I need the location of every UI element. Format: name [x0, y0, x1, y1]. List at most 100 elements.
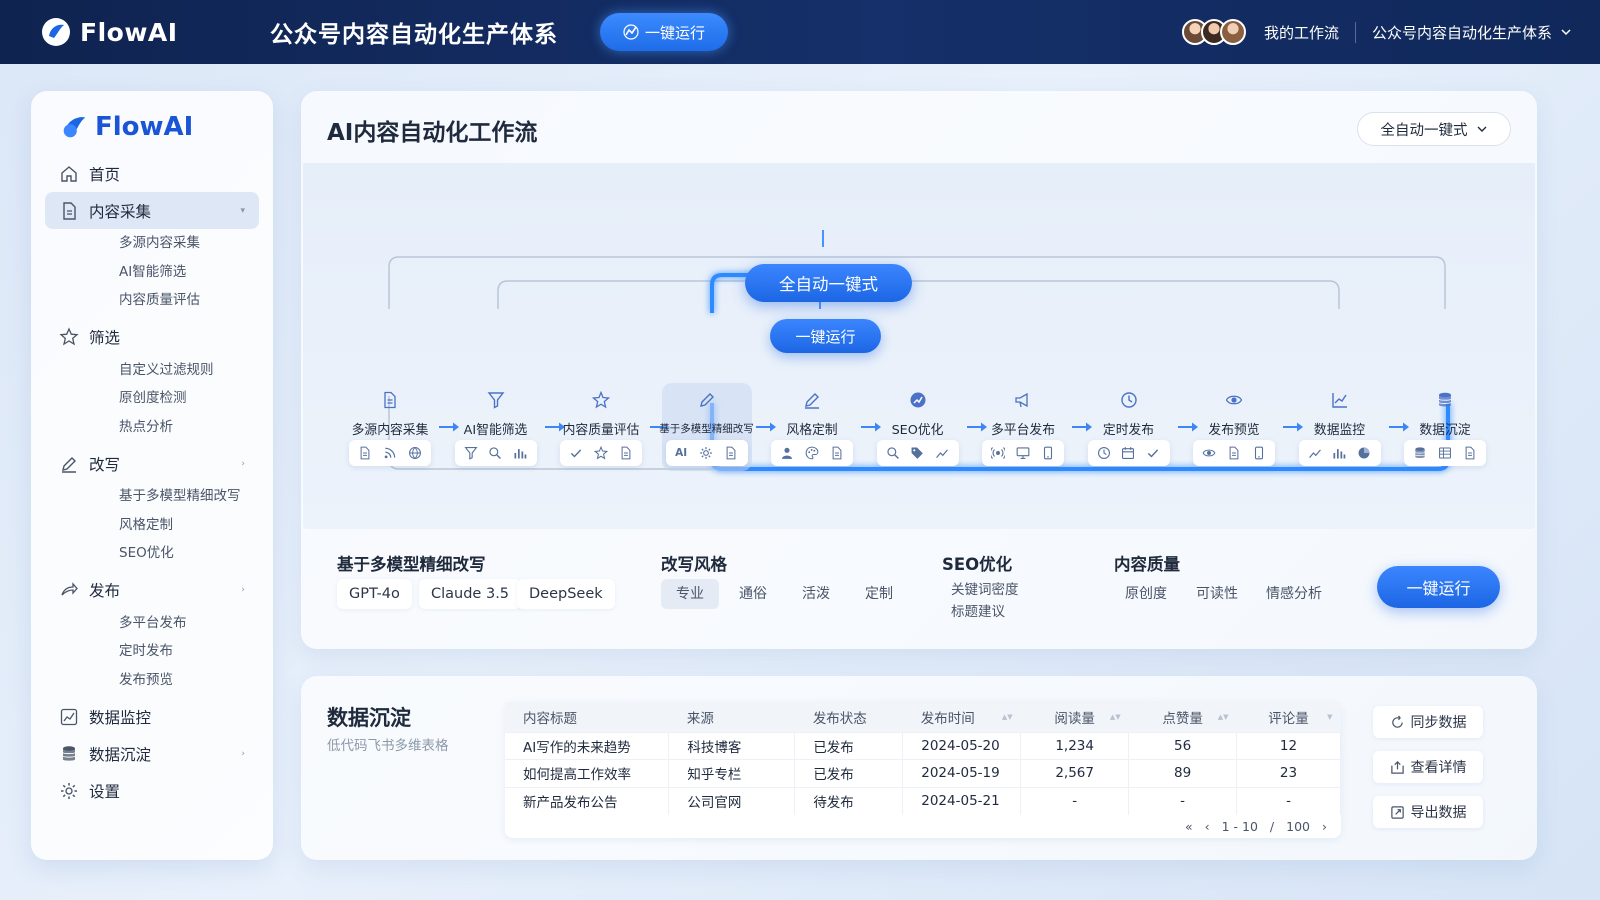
sidebar-subitem[interactable]: 热点分析	[31, 413, 273, 442]
sidebar-subitem[interactable]: 原创度检测	[31, 384, 273, 413]
model-chip[interactable]: DeepSeek	[517, 579, 615, 609]
sidebar-subitem[interactable]: SEO优化	[31, 539, 273, 568]
globe-icon[interactable]	[408, 446, 422, 460]
sort-icon[interactable]: ▲▼	[1218, 713, 1229, 721]
file-icon[interactable]	[830, 446, 844, 460]
auto-mode-pill[interactable]: 全自动一键式	[745, 264, 912, 302]
workflow-step[interactable]: 风格定制	[767, 383, 857, 471]
workflow-step[interactable]: SEO优化	[873, 383, 963, 471]
filter-icon[interactable]	[464, 446, 478, 460]
phone-icon[interactable]	[1041, 446, 1055, 460]
bar-chart-icon[interactable]	[1332, 446, 1346, 460]
run-pill[interactable]: 一键运行	[770, 319, 881, 353]
column-header[interactable]: 阅读量 ▲▼	[1020, 702, 1129, 732]
workflow-step[interactable]: 定时发布	[1084, 383, 1174, 471]
table-row[interactable]: 如何提高工作效率 知乎专栏 已发布 2024-05-19 2,567 89 23	[505, 759, 1341, 787]
page-prev-icon[interactable]: ‹	[1205, 819, 1210, 834]
export-data-button[interactable]: 导出数据	[1373, 796, 1483, 828]
run-button-top[interactable]: 一键运行	[600, 13, 728, 51]
collaborator-avatars[interactable]	[1181, 19, 1246, 45]
pie-chart-icon[interactable]	[1357, 446, 1371, 460]
top-brand[interactable]: FlowAI	[40, 16, 270, 48]
view-details-button[interactable]: 查看详情	[1373, 751, 1483, 783]
sidebar-subitem[interactable]: 风格定制	[31, 511, 273, 540]
sidebar-item-home[interactable]: 首页	[45, 155, 259, 192]
model-chip[interactable]: GPT-4o	[337, 579, 412, 609]
column-header[interactable]: 发布状态	[794, 702, 903, 732]
sidebar-item-monitor[interactable]: 数据监控	[45, 698, 259, 735]
broadcast-icon[interactable]	[991, 446, 1006, 460]
table-row[interactable]: AI写作的未来趋势 科技博客 已发布 2024-05-20 1,234 56 1…	[505, 731, 1341, 760]
seo-option[interactable]: 标题建议	[951, 601, 1019, 623]
sidebar-subitem[interactable]: 多源内容采集	[31, 229, 273, 258]
page-first-icon[interactable]: «	[1185, 819, 1193, 834]
quality-chip[interactable]: 可读性	[1184, 579, 1250, 609]
sort-icon[interactable]: ▲▼	[1110, 713, 1121, 721]
seo-option[interactable]: 关键词密度	[951, 579, 1019, 601]
workflow-step[interactable]: 内容质量评估	[556, 383, 646, 471]
column-header[interactable]: 来源	[668, 702, 795, 732]
sidebar-item-publish[interactable]: 发布 ›	[45, 572, 259, 609]
column-header[interactable]: 发布时间 ▲▼	[902, 702, 1021, 732]
sidebar-subitem[interactable]: 自定义过滤规则	[31, 356, 273, 385]
workflow-step[interactable]: AI智能筛选	[451, 383, 541, 471]
page-next-icon[interactable]: ›	[1322, 819, 1327, 834]
sidebar-subitem[interactable]: 多平台发布	[31, 609, 273, 638]
filter-icon[interactable]: ▼	[1327, 713, 1332, 721]
my-workflows-link[interactable]: 我的工作流	[1264, 21, 1356, 43]
sidebar-subitem[interactable]: 发布预览	[31, 666, 273, 695]
sidebar-item-settings[interactable]: 设置	[45, 772, 259, 809]
sidebar-subitem[interactable]: AI智能筛选	[31, 258, 273, 287]
sidebar-subitem[interactable]: 定时发布	[31, 637, 273, 666]
file-icon[interactable]	[619, 446, 633, 460]
sidebar-subitem[interactable]: 基于多模型精细改写	[31, 482, 273, 511]
sidebar-subitem[interactable]: 内容质量评估	[31, 286, 273, 315]
column-header[interactable]: 点赞量 ▲▼	[1128, 702, 1237, 732]
sync-data-button[interactable]: 同步数据	[1373, 706, 1483, 738]
workflow-step[interactable]: 基于多模型精细改写 AI	[659, 383, 754, 471]
chevron-right-icon[interactable]: ›	[241, 459, 245, 469]
style-chip[interactable]: 通俗	[725, 579, 781, 609]
avatar[interactable]	[1219, 19, 1246, 45]
table-row[interactable]: 新产品发布公告 公司官网 待发布 2024-05-21 - - -	[505, 786, 1341, 815]
sidebar-brand[interactable]: FlowAI	[59, 111, 273, 143]
model-chip[interactable]: Claude 3.5	[419, 579, 522, 609]
workflow-step[interactable]: 数据沉淀	[1400, 383, 1490, 471]
database-icon[interactable]	[1413, 446, 1427, 460]
clock-icon[interactable]	[1097, 446, 1111, 460]
chevron-down-icon[interactable]: ▾	[240, 206, 245, 216]
workflow-step[interactable]: 数据监控	[1295, 383, 1385, 471]
trend-icon[interactable]	[935, 446, 949, 460]
column-header[interactable]: 内容标题	[505, 702, 669, 732]
workflow-step[interactable]: 多源内容采集	[345, 383, 435, 471]
calendar-icon[interactable]	[1121, 446, 1135, 460]
style-chip[interactable]: 专业	[661, 579, 719, 609]
column-header[interactable]: 评论量 ▼	[1236, 702, 1341, 732]
style-chip[interactable]: 定制	[851, 579, 907, 609]
ai-icon[interactable]: AI	[675, 447, 687, 459]
workflow-step[interactable]: 多平台发布	[978, 383, 1068, 471]
rss-icon[interactable]	[383, 446, 397, 460]
check-icon[interactable]	[1146, 446, 1160, 460]
eye-icon[interactable]	[1202, 446, 1216, 460]
sidebar-item-rewrite[interactable]: 改写 ›	[45, 445, 259, 482]
monitor-icon[interactable]	[1016, 446, 1030, 460]
style-chip[interactable]: 活泼	[788, 579, 844, 609]
mode-select[interactable]: 全自动一键式	[1357, 112, 1511, 146]
palette-icon[interactable]	[805, 446, 819, 460]
chevron-right-icon[interactable]: ›	[241, 749, 245, 759]
search-icon[interactable]	[488, 446, 502, 460]
table-icon[interactable]	[1438, 446, 1452, 460]
sidebar-item-filter[interactable]: 筛选	[45, 319, 259, 356]
bar-chart-icon[interactable]	[513, 446, 527, 460]
sort-icon[interactable]: ▲▼	[1002, 713, 1013, 721]
file-icon[interactable]	[1463, 446, 1477, 460]
phone-icon[interactable]	[1252, 446, 1266, 460]
star-icon[interactable]	[593, 446, 608, 460]
user-icon[interactable]	[780, 446, 794, 460]
chevron-right-icon[interactable]: ›	[241, 585, 245, 595]
search-icon[interactable]	[886, 446, 900, 460]
file-icon[interactable]	[724, 446, 738, 460]
sidebar-item-data[interactable]: 数据沉淀 ›	[45, 735, 259, 772]
tag-icon[interactable]	[910, 446, 924, 460]
